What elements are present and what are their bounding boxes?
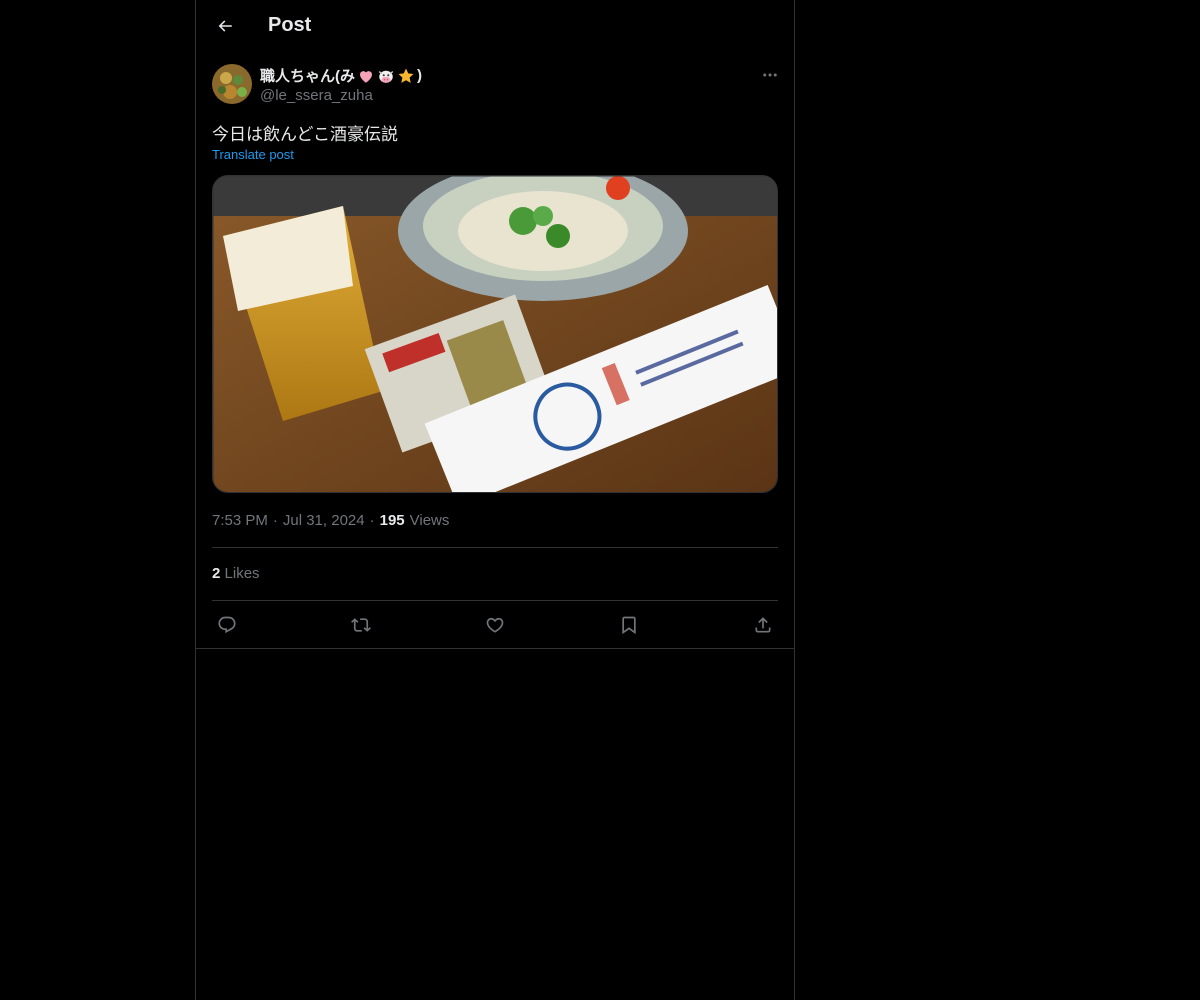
divider (212, 547, 778, 548)
display-name-text: 職人ちゃん(み (260, 68, 355, 85)
more-options-button[interactable] (756, 63, 784, 87)
divider (196, 648, 794, 649)
post-text: 今日は飲んどこ酒豪伝説 (212, 125, 398, 145)
likes-label: Likes (224, 565, 260, 582)
share-button[interactable] (748, 610, 778, 640)
arrow-left-icon (218, 20, 232, 32)
post-header: Post (196, 0, 794, 53)
repost-icon (351, 618, 371, 632)
post-time[interactable]: 7:53 PM (212, 512, 268, 529)
likes-count: 2 (212, 565, 221, 582)
meta-separator: · (369, 512, 375, 529)
display-name-end: ) (417, 67, 422, 84)
like-button[interactable] (480, 610, 510, 640)
post-actions (212, 610, 778, 640)
views-count: 195 (379, 512, 405, 529)
views-label: Views (409, 512, 450, 529)
star-icon (398, 68, 414, 83)
reply-button[interactable] (212, 610, 242, 640)
back-button[interactable] (208, 9, 242, 43)
pink-heart-icon (360, 70, 372, 83)
post-meta: 7:53 PM · Jul 31, 2024 · 195 Views (212, 512, 449, 529)
bookmark-icon (622, 616, 636, 635)
post-date[interactable]: Jul 31, 2024 (283, 512, 365, 529)
page-title: Post (268, 14, 312, 36)
bookmark-button[interactable] (614, 610, 644, 640)
repost-button[interactable] (346, 610, 376, 640)
more-horizontal-icon (763, 73, 777, 77)
cow-face-icon (378, 70, 394, 83)
author-handle[interactable]: @le_ssera_zuha (260, 87, 373, 104)
reply-icon (218, 616, 236, 634)
translate-post-link[interactable]: Translate post (212, 147, 294, 162)
divider (212, 600, 778, 601)
likes-link[interactable]: 2 Likes (212, 565, 260, 582)
author-display-name[interactable]: 職人ちゃん(み ) (260, 65, 422, 86)
meta-separator: · (272, 512, 278, 529)
post-column: Post 職人ちゃん(み ) @le_ssera_zuha 今日は飲んどこ酒豪伝… (195, 0, 795, 1000)
share-icon (755, 617, 771, 633)
like-icon (486, 617, 504, 633)
post-image[interactable] (212, 175, 778, 493)
avatar[interactable] (212, 64, 252, 104)
